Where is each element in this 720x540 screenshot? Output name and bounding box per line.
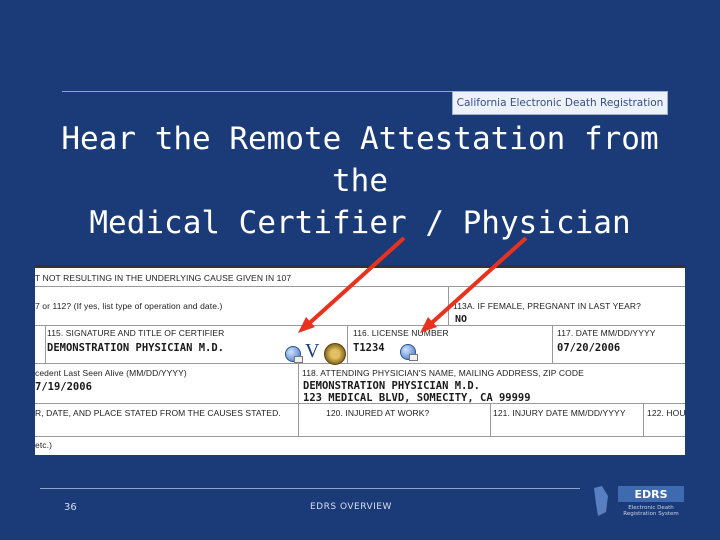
page-number: 36	[64, 502, 77, 513]
logo-title: EDRS	[634, 488, 667, 501]
arrow-1	[302, 236, 406, 330]
edrs-logo-graphic: EDRS Electronic Death Registration Syste…	[594, 486, 684, 517]
edrs-logo: EDRS Electronic Death Registration Syste…	[592, 482, 688, 518]
footer-text: EDRS OVERVIEW	[310, 502, 392, 512]
bottom-divider	[40, 488, 580, 489]
logo-sub-2: Registration System	[623, 511, 678, 517]
arrows	[298, 236, 528, 333]
arrow-2	[424, 236, 528, 330]
